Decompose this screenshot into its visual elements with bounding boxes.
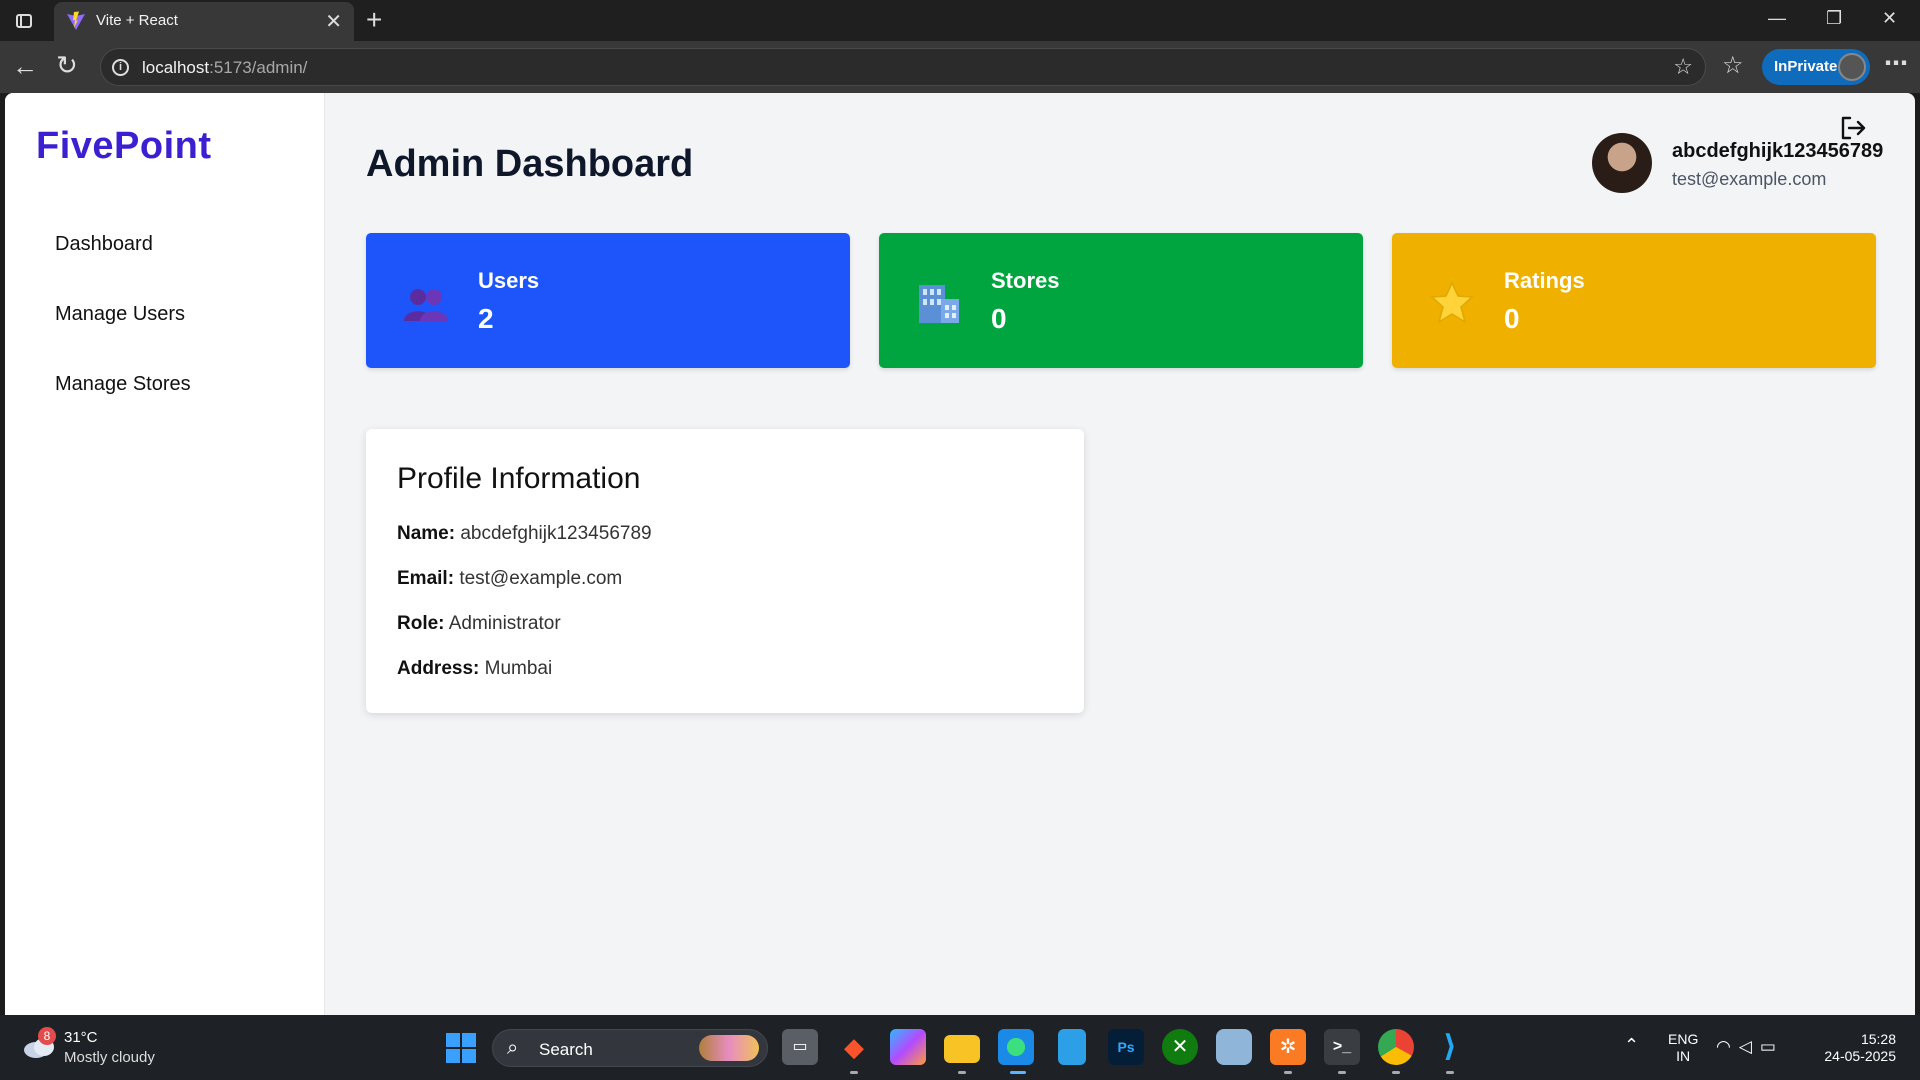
vite-icon <box>67 11 85 30</box>
info-icon[interactable]: i <box>112 59 129 76</box>
browser-tab-bar: Vite + React ✕ + — ❐ ✕ <box>0 0 1920 41</box>
profile-card: Profile Information Name: abcdefghijk123… <box>366 429 1084 713</box>
url-input[interactable]: i localhost:5173/admin/ ☆ <box>100 48 1706 86</box>
users-icon <box>404 289 448 321</box>
search-icon: ⌕ <box>507 1037 519 1059</box>
stat-card-stores: Stores 0 <box>879 233 1363 368</box>
stat-label: Stores <box>991 268 1060 293</box>
building-icon <box>919 285 959 323</box>
sidebar: FivePoint Dashboard Manage Users Manage … <box>5 93 325 1015</box>
new-tab-button[interactable]: + <box>366 4 382 36</box>
profile-name-row: Name: abcdefghijk123456789 <box>397 523 652 544</box>
tab-actions-button[interactable] <box>12 10 38 32</box>
page-title: Admin Dashboard <box>366 143 694 185</box>
windows-start-icon[interactable] <box>446 1033 476 1063</box>
window-close-button[interactable]: ✕ <box>1882 8 1897 29</box>
photoshop-icon[interactable]: Ps <box>1108 1029 1144 1065</box>
stat-label: Users <box>478 268 540 293</box>
user-email: test@example.com <box>1672 169 1827 189</box>
minimize-button[interactable]: — <box>1768 8 1786 29</box>
xampp-icon[interactable]: ✲ <box>1270 1029 1306 1065</box>
chrome-icon[interactable] <box>1378 1029 1414 1065</box>
volume-muted-icon[interactable]: ◁ <box>1739 1037 1760 1056</box>
copilot-icon[interactable] <box>890 1029 926 1065</box>
sidebar-item-dashboard[interactable]: Dashboard <box>55 233 153 256</box>
inprivate-button[interactable]: InPrivate <box>1762 49 1870 85</box>
tray-status-icons[interactable]: ◠◁▭ <box>1716 1037 1784 1057</box>
restore-button[interactable]: ❐ <box>1826 8 1842 29</box>
terminal-icon[interactable]: >_ <box>1324 1029 1360 1065</box>
more-options-icon[interactable]: ⋯ <box>1884 49 1908 78</box>
profile-title: Profile Information <box>397 462 641 495</box>
weather-badge: 8 <box>38 1027 56 1045</box>
brand-logo[interactable]: FivePoint <box>36 125 212 168</box>
address-bar-row: ← ↻ i localhost:5173/admin/ ☆ ☆ InPrivat… <box>0 41 1920 93</box>
user-avatar <box>1592 133 1652 193</box>
weather-temperature[interactable]: 31°C <box>64 1029 98 1046</box>
remote-desktop-icon[interactable] <box>1216 1029 1252 1065</box>
wifi-icon[interactable]: ◠ <box>1716 1037 1739 1056</box>
system-clock[interactable]: 15:28 24-05-2025 <box>1816 1031 1896 1065</box>
favorites-icon[interactable]: ☆ <box>1722 51 1744 80</box>
sidebar-item-manage-stores[interactable]: Manage Stores <box>55 373 191 396</box>
reload-button[interactable]: ↻ <box>56 50 78 81</box>
vscode-icon[interactable]: ⟩ <box>1432 1029 1468 1065</box>
url-text: localhost:5173/admin/ <box>142 58 308 77</box>
stat-value: 0 <box>991 303 1007 334</box>
tray-overflow-icon[interactable]: ⌃ <box>1624 1035 1639 1056</box>
edge-browser-icon[interactable] <box>998 1029 1034 1065</box>
battery-icon[interactable]: ▭ <box>1760 1037 1784 1056</box>
language-indicator[interactable]: ENG IN <box>1668 1031 1698 1065</box>
stat-card-users: Users 2 <box>366 233 850 368</box>
weather-description[interactable]: Mostly cloudy <box>64 1049 155 1066</box>
file-explorer-icon[interactable] <box>944 1035 980 1063</box>
profile-address-row: Address: Mumbai <box>397 658 553 679</box>
star-icon <box>1430 281 1474 324</box>
inprivate-label: InPrivate <box>1774 58 1838 75</box>
xbox-icon[interactable]: ✕ <box>1162 1029 1198 1065</box>
profile-email-row: Email: test@example.com <box>397 568 623 589</box>
sidebar-item-manage-users[interactable]: Manage Users <box>55 303 185 326</box>
stat-value: 2 <box>478 303 494 334</box>
browser-tab[interactable]: Vite + React ✕ <box>54 2 354 41</box>
profile-role-row: Role: Administrator <box>397 613 561 634</box>
search-label: Search <box>539 1040 593 1059</box>
stat-card-ratings: Ratings 0 <box>1392 233 1876 368</box>
profile-avatar-icon <box>1838 53 1866 81</box>
notepad-icon[interactable] <box>1058 1029 1086 1065</box>
taskbar-search[interactable]: ⌕ Search <box>492 1029 768 1067</box>
taskbar: 8 31°C Mostly cloudy ⌕ Search ▭ ◆ Ps ✕ ✲… <box>0 1015 1920 1080</box>
brave-browser-icon[interactable]: ◆ <box>836 1029 872 1065</box>
tab-close-icon[interactable]: ✕ <box>325 9 342 34</box>
task-view-icon[interactable]: ▭ <box>782 1029 818 1065</box>
page-viewport: FivePoint Dashboard Manage Users Manage … <box>5 93 1915 1015</box>
tab-title: Vite + React <box>96 12 178 29</box>
user-name: abcdefghijk123456789 <box>1672 140 1884 162</box>
logout-icon[interactable] <box>1838 113 1868 143</box>
stat-value: 0 <box>1504 303 1520 334</box>
search-highlight-image <box>699 1035 759 1061</box>
stat-label: Ratings <box>1504 268 1585 293</box>
favorite-star-icon[interactable]: ☆ <box>1673 54 1693 80</box>
back-button[interactable]: ← <box>12 51 38 82</box>
